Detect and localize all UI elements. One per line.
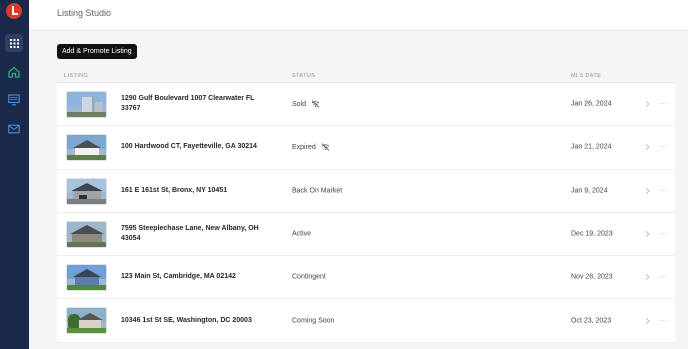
brand-logo[interactable]: [6, 3, 22, 19]
table-row[interactable]: 1290 Gulf Boulevard 1007 Clearwater FL 3…: [57, 83, 675, 127]
listing-status: Back On Market: [292, 187, 342, 194]
chevron-right-icon[interactable]: [645, 187, 650, 194]
mail-icon: [8, 124, 20, 134]
table-row[interactable]: 10346 1st St SE, Washington, DC 20003 Co…: [57, 299, 675, 343]
promotion-off-icon: [321, 143, 330, 152]
listing-status: Sold: [292, 100, 320, 108]
nav-listings[interactable]: [5, 91, 23, 109]
listing-photo[interactable]: [66, 220, 107, 248]
monitor-icon: [8, 94, 20, 106]
page-title: Listing Studio: [57, 8, 112, 18]
status-label: Expired: [292, 143, 316, 151]
table-row[interactable]: 100 Hardwood CT, Fayetteville, GA 30214 …: [57, 126, 675, 170]
listing-photo[interactable]: [66, 264, 107, 292]
status-label: Active: [292, 230, 312, 238]
grid-icon: [9, 38, 19, 48]
listing-status: Expired: [292, 143, 330, 152]
more-options-icon[interactable]: ···: [659, 317, 668, 324]
nav-apps[interactable]: [5, 34, 23, 52]
status-label: Sold: [292, 100, 307, 108]
listing-address[interactable]: 100 Hardwood CT, Fayetteville, GA 30214: [121, 142, 269, 152]
listing-address[interactable]: 1290 Gulf Boulevard 1007 Clearwater FL 3…: [121, 94, 269, 114]
more-options-icon[interactable]: ···: [659, 144, 668, 151]
nav-mail[interactable]: [5, 120, 23, 138]
listing-address[interactable]: 161 E 161st St, Bronx, NY 10451: [121, 186, 269, 196]
table-row[interactable]: 123 Main St, Cambridge, MA 02142 Conting…: [57, 256, 675, 300]
column-header-mls-date[interactable]: MLS DATE: [571, 73, 601, 79]
listing-photo[interactable]: [66, 134, 107, 162]
column-header-listing[interactable]: LISTING: [64, 73, 88, 79]
table-body: 1290 Gulf Boulevard 1007 Clearwater FL 3…: [57, 83, 675, 343]
table-row[interactable]: 7595 Steeplechase Lane, New Albany, OH 4…: [57, 213, 675, 257]
chevron-right-icon[interactable]: [645, 230, 650, 238]
listing-address[interactable]: 123 Main St, Cambridge, MA 02142: [121, 272, 269, 282]
mls-date: Oct 23, 2023: [571, 317, 612, 325]
listing-address[interactable]: 10346 1st St SE, Washington, DC 20003: [121, 316, 269, 326]
mls-date: Jan 9, 2024: [571, 187, 608, 195]
listing-status: Contingent: [292, 274, 326, 281]
more-options-icon[interactable]: ···: [659, 187, 668, 194]
sidebar: [0, 0, 29, 349]
promotion-off-icon: [311, 100, 320, 108]
status-label: Contingent: [292, 273, 326, 281]
mls-date: Dec 19, 2023: [571, 230, 613, 238]
add-promote-listing-button[interactable]: Add & Promote Listing: [57, 44, 137, 59]
listing-photo[interactable]: [66, 177, 107, 205]
mls-date: Jan 26, 2024: [571, 100, 612, 108]
more-options-icon[interactable]: ···: [659, 274, 668, 281]
chevron-right-icon[interactable]: [645, 101, 650, 108]
chevron-right-icon[interactable]: [645, 144, 650, 151]
listing-status: Active: [292, 231, 311, 238]
nav-home[interactable]: [5, 63, 23, 81]
chevron-right-icon[interactable]: [645, 317, 650, 324]
mls-date: Jan 21, 2024: [571, 143, 612, 151]
table-header: LISTING STATUS MLS DATE: [57, 70, 675, 83]
status-label: Coming Soon: [292, 317, 335, 325]
chevron-right-icon[interactable]: [645, 274, 650, 281]
top-bar: Listing Studio: [29, 0, 688, 31]
mls-date: Nov 28, 2023: [571, 273, 613, 281]
home-icon: [8, 66, 20, 78]
listing-status: Coming Soon: [292, 317, 334, 324]
listing-address[interactable]: 7595 Steeplechase Lane, New Albany, OH 4…: [121, 224, 269, 244]
more-options-icon[interactable]: ···: [659, 231, 668, 238]
table-row[interactable]: 161 E 161st St, Bronx, NY 10451 Back On …: [57, 170, 675, 213]
listing-photo[interactable]: [66, 307, 107, 335]
listing-photo[interactable]: [66, 91, 107, 118]
more-options-icon[interactable]: ···: [659, 101, 668, 108]
status-label: Back On Market: [292, 187, 343, 195]
listings-table: LISTING STATUS MLS DATE 1290 Gulf Boulev…: [57, 70, 675, 343]
column-header-status[interactable]: STATUS: [292, 73, 315, 79]
